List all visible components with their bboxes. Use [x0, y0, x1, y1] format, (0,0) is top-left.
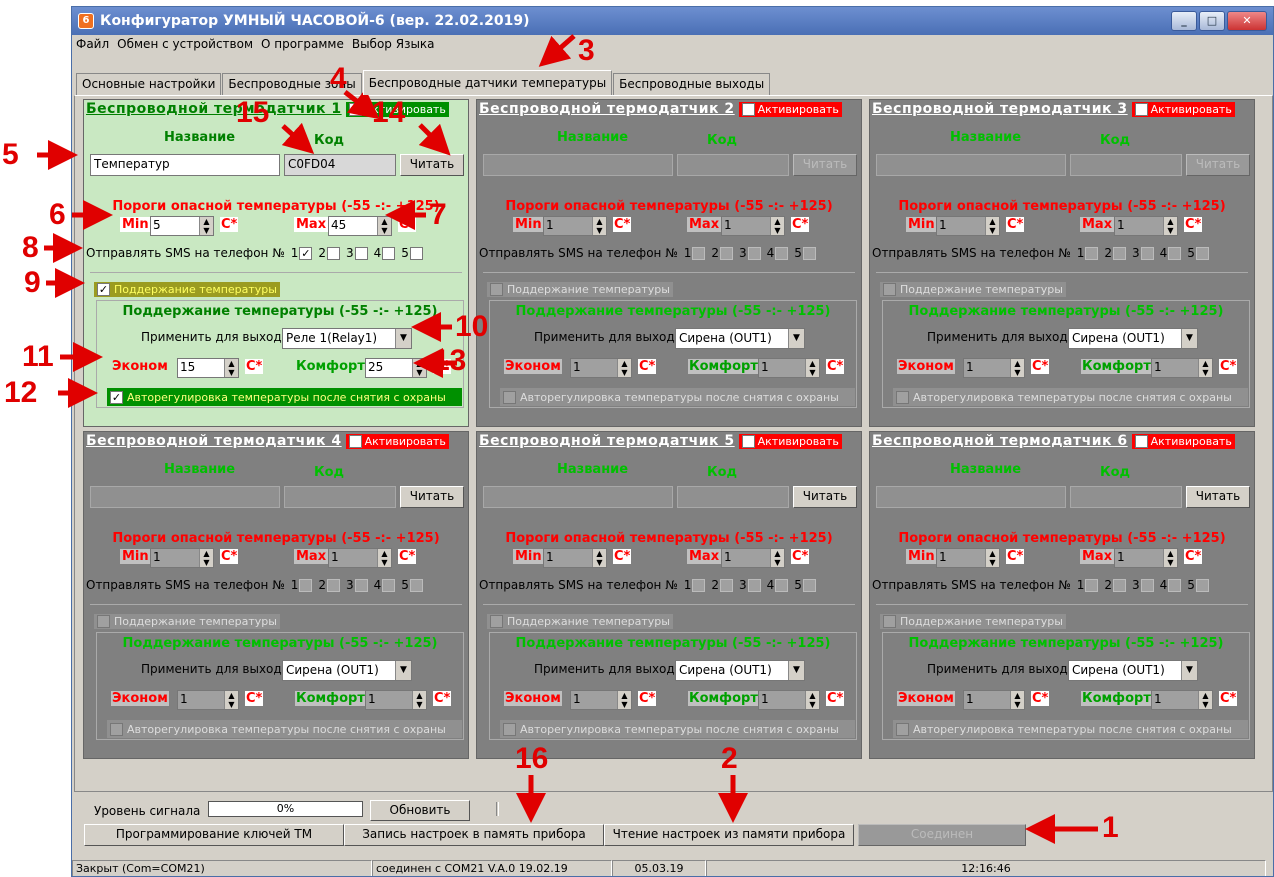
annotation-5: 5	[2, 138, 19, 171]
annotation-1: 1	[1102, 811, 1119, 844]
annotation-12: 12	[4, 376, 38, 409]
annotation-6: 6	[49, 198, 66, 231]
annotation-14: 14	[372, 96, 406, 129]
annotation-8: 8	[22, 231, 39, 264]
annotation-4: 4	[330, 62, 347, 95]
annotation-15: 15	[236, 96, 270, 129]
annotation-16: 16	[515, 742, 549, 775]
annotation-10: 10	[455, 310, 489, 343]
annotation-13: 13	[433, 344, 467, 377]
annotation-11: 11	[22, 340, 54, 373]
annotation-2: 2	[721, 742, 738, 775]
tab-wireless-temp-sensors[interactable]: Беспроводные датчики температуры	[362, 70, 613, 95]
annotation-arrows	[37, 34, 1098, 844]
annotation-9: 9	[24, 266, 41, 299]
annotation-7: 7	[430, 198, 447, 231]
annotation-3: 3	[578, 34, 595, 67]
